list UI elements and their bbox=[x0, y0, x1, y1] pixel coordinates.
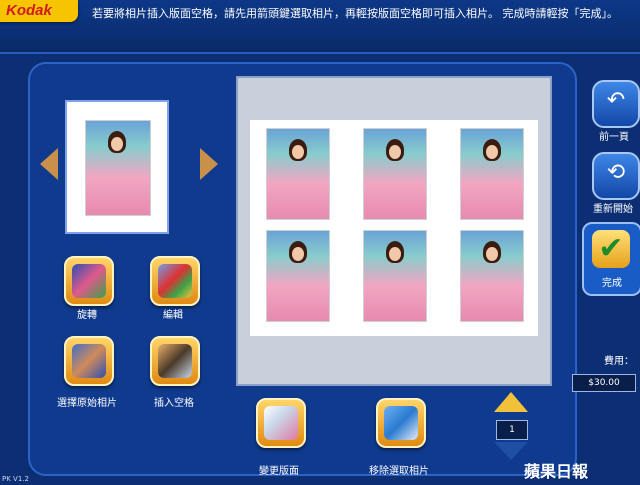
edit-tools-icon bbox=[158, 264, 192, 298]
previous-page-button[interactable]: ↶ bbox=[592, 80, 640, 128]
portrait-photo bbox=[85, 120, 151, 216]
copies-counter[interactable]: 1 bbox=[496, 420, 528, 440]
done-label: 完成 bbox=[602, 278, 622, 289]
remove-selected-label: 移除選取相片 bbox=[369, 466, 429, 477]
done-button[interactable]: ✔ 完成 bbox=[582, 222, 640, 296]
instruction-text: 若要將相片插入版面空格，請先用箭頭鍵選取相片，再輕按版面空格即可插入相片。 完成… bbox=[92, 7, 618, 20]
version-text: PK V1.2 bbox=[2, 475, 29, 483]
insert-frame-icon bbox=[158, 344, 192, 378]
fee-label: 費用： bbox=[604, 356, 634, 367]
layout-slot[interactable] bbox=[363, 128, 427, 220]
edit-label: 編輯 bbox=[163, 310, 183, 321]
insert-label: 插入空格 bbox=[154, 398, 194, 409]
decrease-arrow[interactable] bbox=[494, 442, 528, 460]
print-preview bbox=[236, 76, 552, 386]
layout-slot[interactable] bbox=[266, 230, 330, 322]
restart-button[interactable]: ⟲ bbox=[592, 152, 640, 200]
photos-stack-icon bbox=[72, 344, 106, 378]
prev-photo-arrow[interactable] bbox=[40, 148, 58, 180]
edit-button[interactable] bbox=[150, 256, 200, 306]
layout-sheet[interactable] bbox=[250, 120, 538, 336]
watermark-text: 蘋果日報 bbox=[524, 462, 589, 481]
restart-icon: ⟲ bbox=[606, 160, 626, 185]
selected-photo-thumbnail[interactable] bbox=[65, 100, 169, 234]
rotate-label: 旋轉 bbox=[77, 310, 97, 321]
trash-icon bbox=[384, 406, 418, 440]
select-source-button[interactable] bbox=[64, 336, 114, 386]
fee-value: $30.00 bbox=[572, 374, 636, 392]
check-icon: ✔ bbox=[592, 230, 630, 268]
select-source-label: 選擇原始相片 bbox=[57, 398, 117, 409]
increase-arrow[interactable] bbox=[494, 392, 528, 412]
restart-label: 重新開始 bbox=[593, 204, 633, 215]
rotate-button[interactable] bbox=[64, 256, 114, 306]
layout-slot[interactable] bbox=[460, 230, 524, 322]
rotate-icon bbox=[72, 264, 106, 298]
instruction-bar: Kodak 若要將相片插入版面空格，請先用箭頭鍵選取相片，再輕按版面空格即可插入… bbox=[0, 0, 640, 54]
remove-selected-button[interactable] bbox=[376, 398, 426, 448]
change-layout-label: 變更版面 bbox=[259, 466, 299, 477]
previous-page-label: 前一頁 bbox=[599, 132, 629, 143]
layout-icon bbox=[264, 406, 298, 440]
next-photo-arrow[interactable] bbox=[200, 148, 218, 180]
layout-slot[interactable] bbox=[266, 128, 330, 220]
back-arrow-icon: ↶ bbox=[606, 88, 626, 113]
change-layout-button[interactable] bbox=[256, 398, 306, 448]
insert-button[interactable] bbox=[150, 336, 200, 386]
layout-slot[interactable] bbox=[460, 128, 524, 220]
layout-slot[interactable] bbox=[363, 230, 427, 322]
kodak-logo: Kodak bbox=[0, 0, 78, 22]
